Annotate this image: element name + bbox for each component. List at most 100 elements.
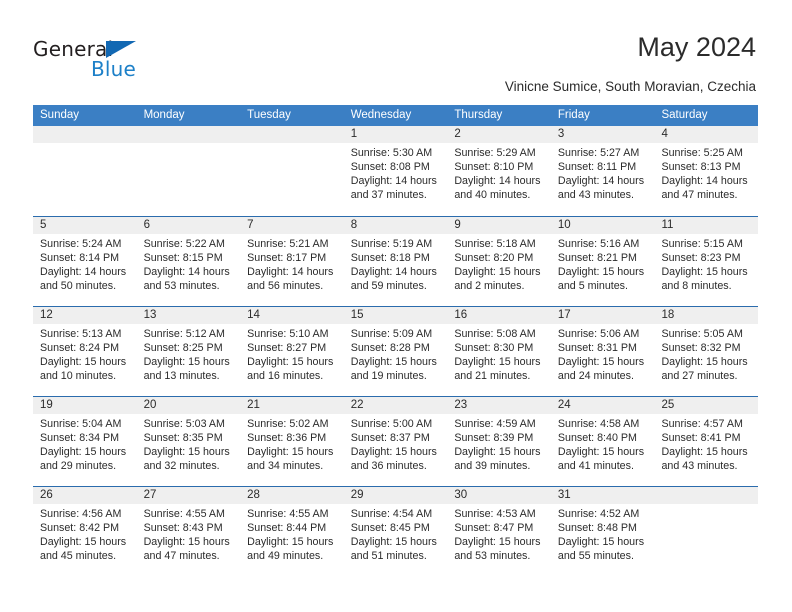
daylight-text-cont: and 29 minutes. [40, 460, 117, 473]
calendar-day-cell[interactable]: 22 Sunrise: 5:00 AM Sunset: 8:37 PM Dayligh… [343, 397, 448, 486]
general-blue-logo[interactable]: General Blue [33, 38, 153, 84]
day-number-band: 25 [654, 397, 759, 414]
day-details: Sunrise: 5:10 AM Sunset: 8:27 PM Daylight:… [240, 324, 344, 383]
daylight-text-cont: and 51 minutes. [350, 550, 427, 563]
day-number: 7 [247, 219, 254, 231]
calendar-day-cell[interactable]: 21 Sunrise: 5:02 AM Sunset: 8:36 PM Dayligh… [240, 397, 344, 486]
day-number-band: 9 [447, 217, 551, 234]
day-details: Sunrise: 5:04 AM Sunset: 8:34 PM Daylight:… [33, 414, 137, 473]
calendar-day-cell[interactable]: 4 Sunrise: 5:25 AM Sunset: 8:13 PM Daylight… [654, 126, 759, 216]
calendar-day-cell[interactable]: 9 Sunrise: 5:18 AM Sunset: 8:20 PM Daylight… [447, 217, 551, 306]
day-number: 6 [143, 219, 150, 231]
day-details: Sunrise: 4:55 AM Sunset: 8:44 PM Daylight:… [240, 504, 344, 563]
day-details: Sunrise: 4:58 AM Sunset: 8:40 PM Daylight:… [551, 414, 655, 473]
calendar-day-cell[interactable]: 18 Sunrise: 5:05 AM Sunset: 8:32 PM Dayligh… [654, 307, 759, 396]
daylight-text: Daylight: 15 hours [40, 536, 127, 549]
calendar-day-cell[interactable]: 25 Sunrise: 4:57 AM Sunset: 8:41 PM Dayligh… [654, 397, 759, 486]
day-number-band: 26 [33, 487, 137, 504]
day-details: Sunrise: 5:29 AM Sunset: 8:10 PM Daylight:… [447, 143, 551, 202]
day-number-band: 8 [343, 217, 448, 234]
sunset-text: Sunset: 8:36 PM [247, 432, 327, 445]
calendar-day-cell[interactable]: 20 Sunrise: 5:03 AM Sunset: 8:35 PM Dayligh… [136, 397, 241, 486]
daylight-text-cont: and 50 minutes. [40, 280, 117, 293]
daylight-text: Daylight: 14 hours [661, 175, 748, 188]
day-details [33, 143, 137, 146]
day-details: Sunrise: 5:15 AM Sunset: 8:23 PM Daylight:… [654, 234, 758, 293]
day-details: Sunrise: 5:27 AM Sunset: 8:11 PM Daylight:… [551, 143, 655, 202]
day-number-band: 10 [550, 217, 655, 234]
calendar-day-cell[interactable]: 10 Sunrise: 5:16 AM Sunset: 8:21 PM Dayligh… [550, 217, 655, 306]
daylight-text: Daylight: 15 hours [40, 446, 127, 459]
sunset-text: Sunset: 8:13 PM [661, 161, 741, 174]
sunset-text: Sunset: 8:47 PM [454, 522, 534, 535]
calendar-day-cell[interactable]: 16 Sunrise: 5:08 AM Sunset: 8:30 PM Dayligh… [447, 307, 551, 396]
sunrise-text: Sunrise: 4:55 AM [247, 508, 329, 520]
sunset-text: Sunset: 8:31 PM [557, 342, 637, 355]
weekday-header-saturday: Saturday [661, 109, 708, 121]
calendar-weeks: 1 Sunrise: 5:30 AM Sunset: 8:08 PM Daylight… [33, 126, 759, 576]
day-number: 27 [143, 489, 157, 501]
sunset-text: Sunset: 8:41 PM [661, 432, 741, 445]
daylight-text-cont: and 43 minutes. [661, 460, 738, 473]
calendar-day-cell[interactable]: 13 Sunrise: 5:12 AM Sunset: 8:25 PM Dayligh… [136, 307, 241, 396]
calendar-day-cell[interactable]: 26 Sunrise: 4:56 AM Sunset: 8:42 PM Dayligh… [33, 487, 137, 576]
day-number-band: 15 [343, 307, 448, 324]
calendar-day-cell[interactable]: 28 Sunrise: 4:55 AM Sunset: 8:44 PM Dayligh… [240, 487, 344, 576]
calendar-day-cell[interactable]: 15 Sunrise: 5:09 AM Sunset: 8:28 PM Dayligh… [343, 307, 448, 396]
logo-text-blue: Blue [91, 57, 137, 81]
calendar-day-cell[interactable]: 3 Sunrise: 5:27 AM Sunset: 8:11 PM Daylight… [550, 126, 655, 216]
calendar-day-cell[interactable]: 27 Sunrise: 4:55 AM Sunset: 8:43 PM Dayligh… [136, 487, 241, 576]
calendar-week-row: 5 Sunrise: 5:24 AM Sunset: 8:14 PM Daylight… [33, 216, 759, 306]
day-details: Sunrise: 4:55 AM Sunset: 8:43 PM Daylight:… [137, 504, 241, 563]
calendar-day-cell[interactable]: 19 Sunrise: 5:04 AM Sunset: 8:34 PM Dayligh… [33, 397, 137, 486]
calendar-day-cell[interactable]: 5 Sunrise: 5:24 AM Sunset: 8:14 PM Daylight… [33, 217, 137, 306]
calendar-day-cell[interactable]: 23 Sunrise: 4:59 AM Sunset: 8:39 PM Dayligh… [447, 397, 551, 486]
daylight-text: Daylight: 15 hours [143, 356, 230, 369]
day-details: Sunrise: 4:56 AM Sunset: 8:42 PM Daylight:… [33, 504, 137, 563]
daylight-text: Daylight: 15 hours [40, 356, 127, 369]
day-details: Sunrise: 5:30 AM Sunset: 8:08 PM Daylight:… [344, 143, 448, 202]
sunset-text: Sunset: 8:24 PM [40, 342, 120, 355]
calendar-day-cell[interactable]: 24 Sunrise: 4:58 AM Sunset: 8:40 PM Dayligh… [550, 397, 655, 486]
calendar-day-cell[interactable]: 11 Sunrise: 5:15 AM Sunset: 8:23 PM Dayligh… [654, 217, 759, 306]
daylight-text: Daylight: 14 hours [40, 266, 127, 279]
daylight-text: Daylight: 14 hours [350, 266, 437, 279]
daylight-text-cont: and 8 minutes. [661, 280, 732, 293]
calendar-day-cell[interactable]: 12 Sunrise: 5:13 AM Sunset: 8:24 PM Dayligh… [33, 307, 137, 396]
day-number: 8 [350, 219, 358, 231]
day-number-band: 6 [136, 217, 241, 234]
sunrise-text: Sunrise: 5:27 AM [557, 147, 640, 159]
sunrise-text: Sunrise: 5:29 AM [454, 147, 536, 159]
weekday-header-friday: Friday [557, 109, 590, 121]
daylight-text: Daylight: 14 hours [247, 266, 334, 279]
daylight-text: Daylight: 14 hours [350, 175, 437, 188]
calendar-day-cell[interactable]: 30 Sunrise: 4:53 AM Sunset: 8:47 PM Dayligh… [447, 487, 551, 576]
day-number: 25 [661, 399, 675, 411]
sunrise-text: Sunrise: 5:15 AM [661, 238, 743, 250]
calendar-day-cell[interactable]: 2 Sunrise: 5:29 AM Sunset: 8:10 PM Daylight… [447, 126, 551, 216]
calendar-day-cell[interactable]: 1 Sunrise: 5:30 AM Sunset: 8:08 PM Daylight… [343, 126, 448, 216]
calendar-day-cell[interactable]: 8 Sunrise: 5:19 AM Sunset: 8:18 PM Daylight… [343, 217, 448, 306]
calendar-day-cell[interactable]: 29 Sunrise: 4:54 AM Sunset: 8:45 PM Dayligh… [343, 487, 448, 576]
daylight-text-cont: and 47 minutes. [661, 189, 738, 202]
day-details: Sunrise: 5:12 AM Sunset: 8:25 PM Daylight:… [137, 324, 241, 383]
daylight-text-cont: and 36 minutes. [350, 460, 427, 473]
day-number: 15 [350, 309, 364, 321]
day-number-band [33, 126, 137, 143]
day-details: Sunrise: 4:52 AM Sunset: 8:48 PM Daylight:… [551, 504, 655, 563]
calendar-day-cell[interactable]: 17 Sunrise: 5:06 AM Sunset: 8:31 PM Dayligh… [550, 307, 655, 396]
calendar-day-cell[interactable]: 6 Sunrise: 5:22 AM Sunset: 8:15 PM Daylight… [136, 217, 241, 306]
sunrise-text: Sunrise: 4:57 AM [661, 418, 743, 430]
calendar-day-cell[interactable]: 14 Sunrise: 5:10 AM Sunset: 8:27 PM Dayligh… [240, 307, 344, 396]
day-number: 21 [247, 399, 260, 411]
day-number-band: 14 [240, 307, 344, 324]
daylight-text-cont: and 41 minutes. [557, 460, 634, 473]
calendar-day-cell[interactable]: 31 Sunrise: 4:52 AM Sunset: 8:48 PM Dayligh… [550, 487, 655, 576]
day-number-band [654, 487, 759, 504]
day-number: 18 [661, 309, 675, 321]
weekday-header-monday: Monday [143, 109, 185, 121]
sunrise-text: Sunrise: 5:18 AM [454, 238, 536, 250]
day-number: 29 [350, 489, 364, 501]
day-number-band: 17 [550, 307, 655, 324]
calendar-day-cell[interactable]: 7 Sunrise: 5:21 AM Sunset: 8:17 PM Daylight… [240, 217, 344, 306]
